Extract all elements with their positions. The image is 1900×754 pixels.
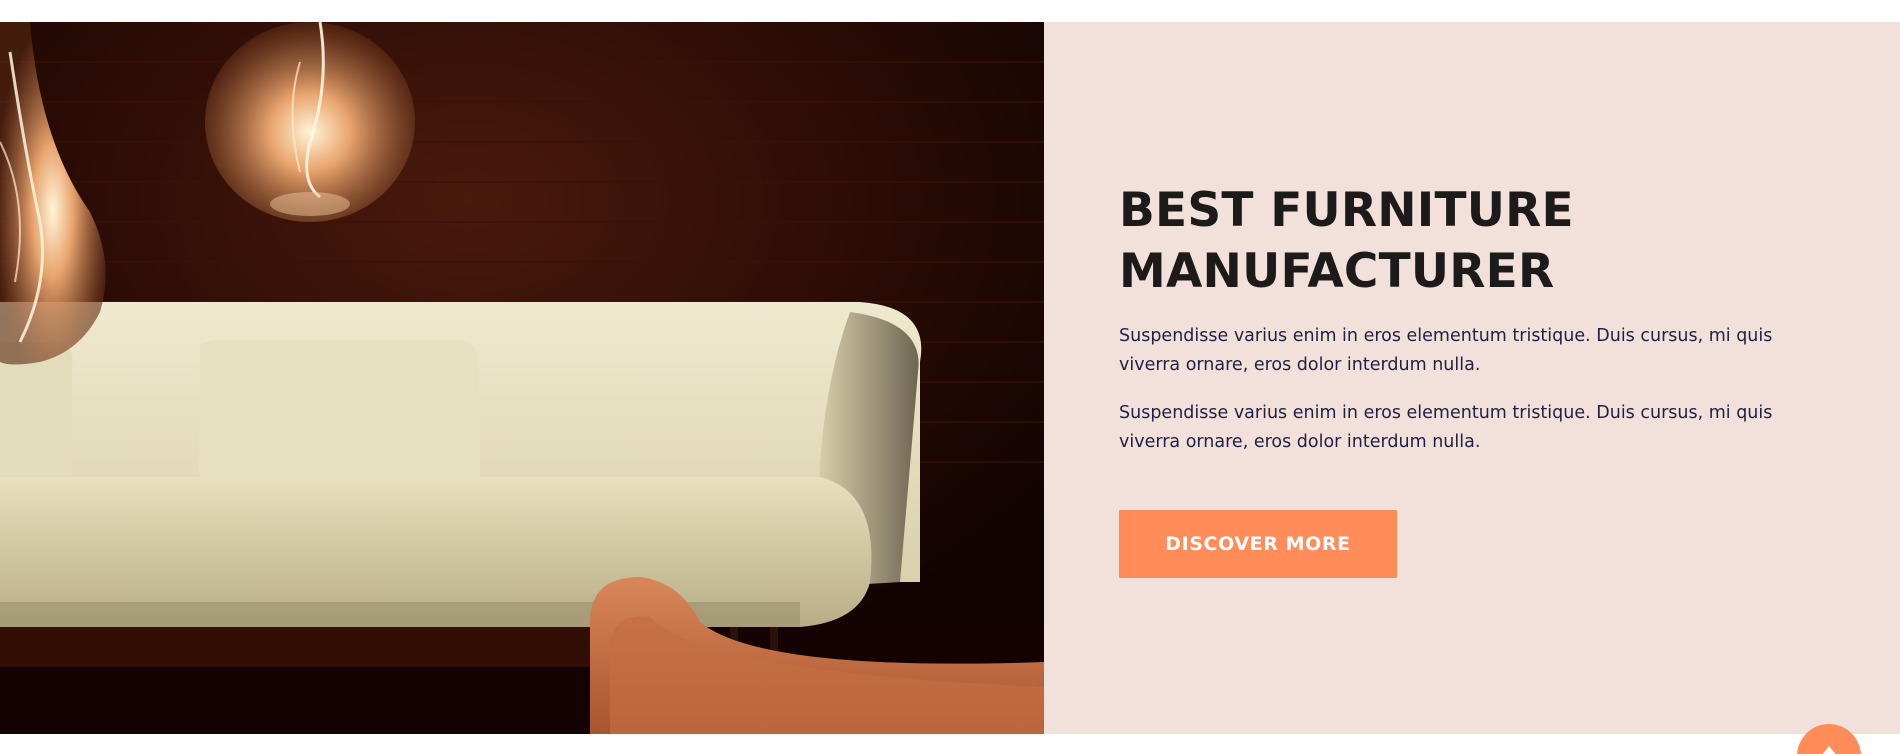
hero-paragraph-1: Suspendisse varius enim in eros elementu… [1119,326,1773,375]
discover-more-button[interactable]: DISCOVER MORE [1119,510,1397,578]
page: BEST FURNITURE MANUFACTURER Suspendisse … [0,0,1900,754]
hero-image [0,22,1044,734]
hero-section: BEST FURNITURE MANUFACTURER Suspendisse … [0,22,1900,734]
headline-line-2: MANUFACTURER [1119,244,1555,299]
hero-headline: BEST FURNITURE MANUFACTURER [1119,180,1759,302]
sofa-photo-illustration [0,22,1044,734]
headline-line-1: BEST FURNITURE [1119,183,1574,238]
hero-paragraph-2: Suspendisse varius enim in eros elementu… [1119,403,1773,452]
chevron-up-icon [1821,746,1837,754]
content-panel: BEST FURNITURE MANUFACTURER Suspendisse … [1044,22,1900,734]
